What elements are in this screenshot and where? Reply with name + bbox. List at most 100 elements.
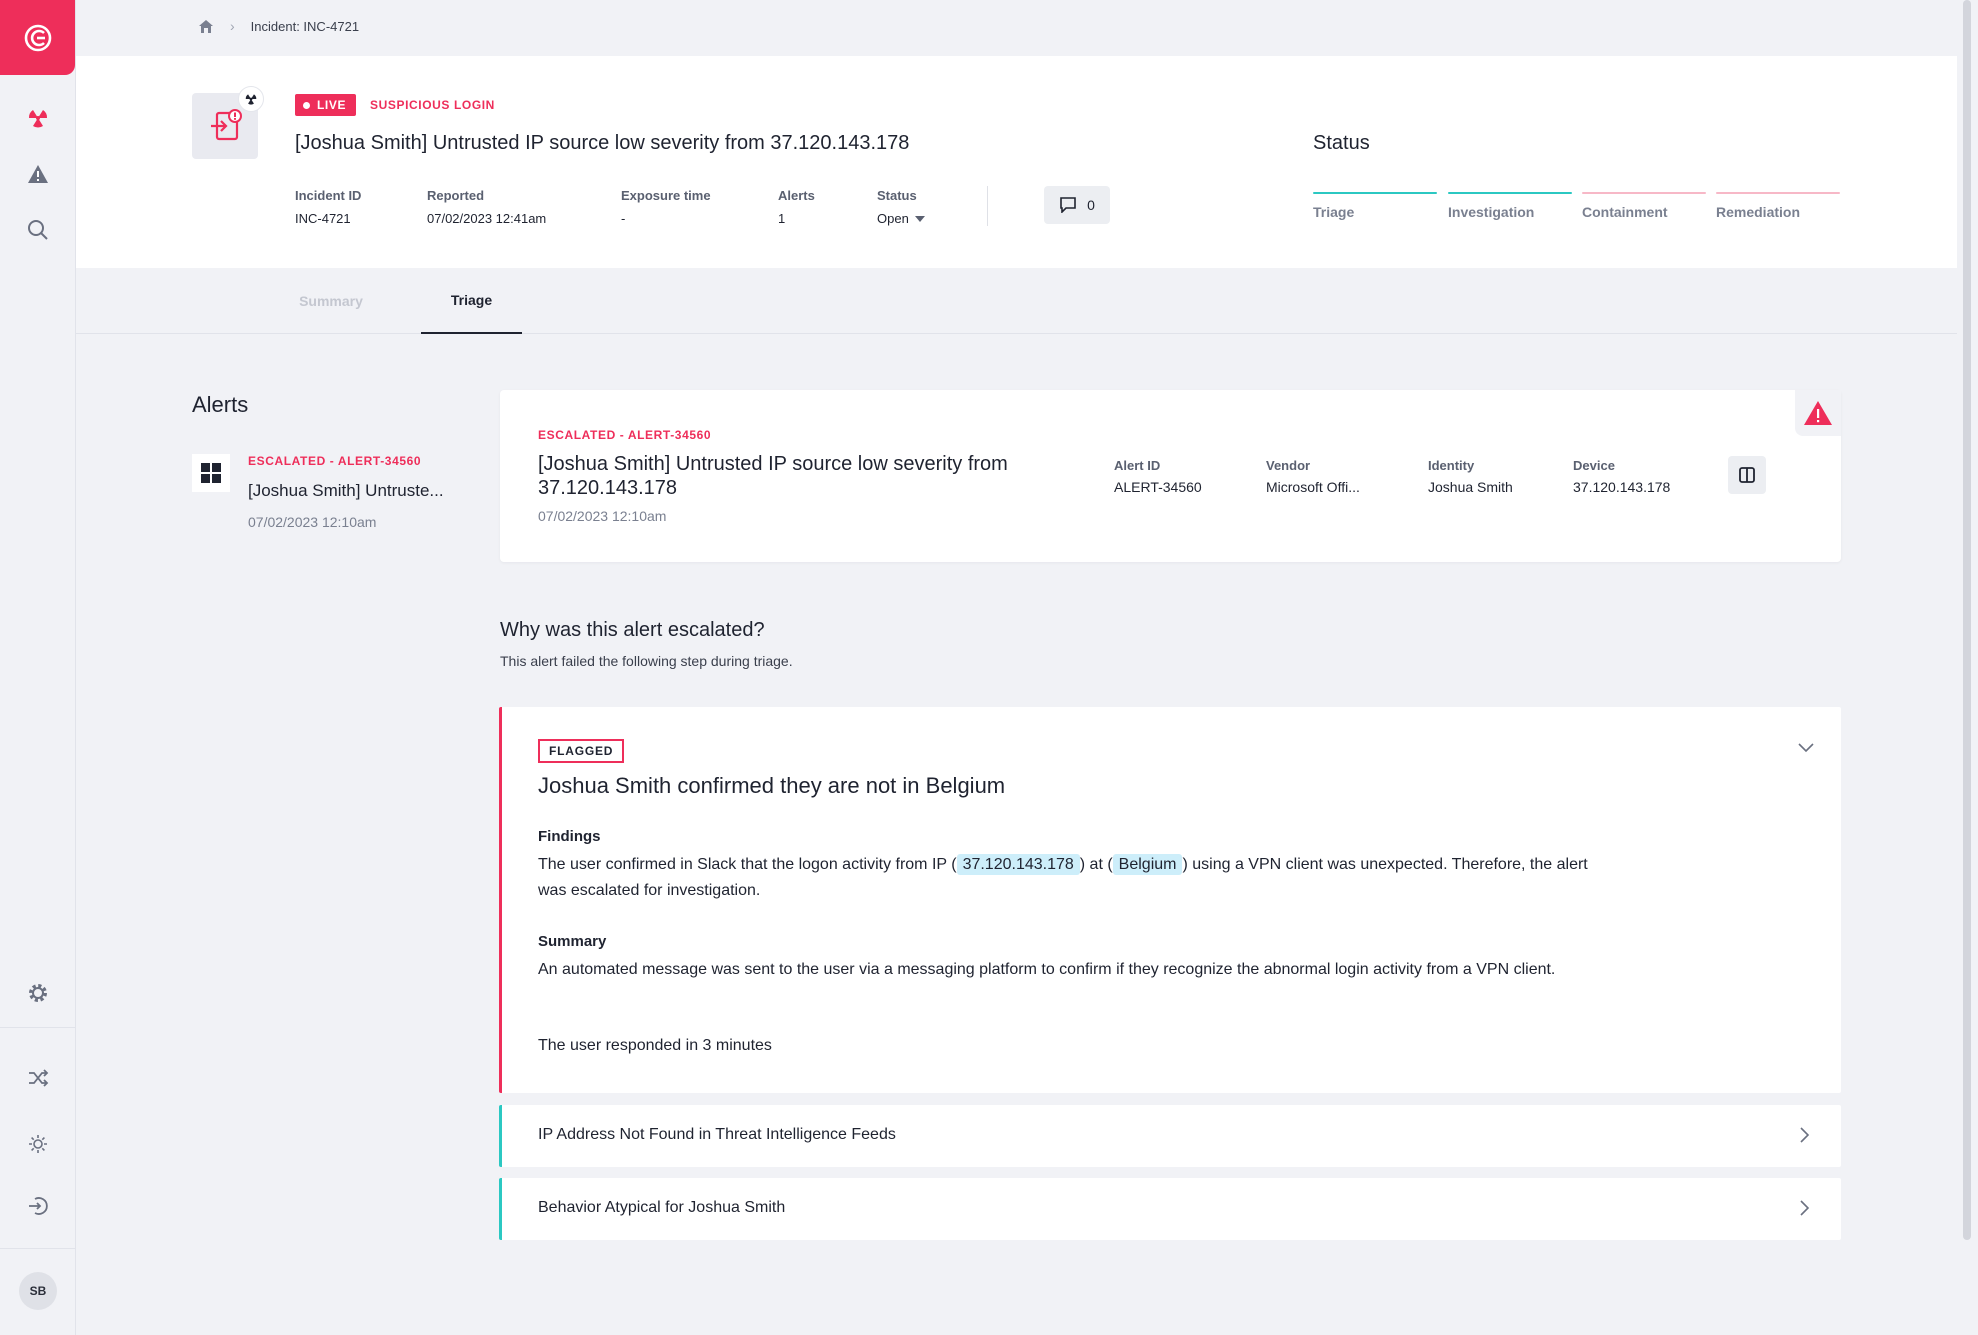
live-incident-icon — [238, 86, 264, 112]
flagged-badge: FLAGGED — [538, 739, 625, 763]
field-value: ALERT-34560 — [1114, 479, 1202, 495]
home-icon[interactable] — [198, 19, 214, 34]
alert-item-tag: ESCALATED - ALERT-34560 — [248, 454, 422, 468]
alert-card-title: [Joshua Smith] Untrusted IP source low s… — [538, 453, 1008, 499]
side-panel-icon — [1739, 467, 1755, 483]
incident-header: LIVE SUSPICIOUS LOGIN [Joshua Smith] Unt… — [76, 56, 1957, 268]
windows-icon — [192, 454, 230, 492]
app-logo-icon[interactable] — [0, 0, 75, 75]
alert-list-item[interactable]: [Joshua Smith] Untruste... — [248, 481, 444, 501]
meta-status: Status Open — [877, 188, 925, 226]
breadcrumb-separator-icon: › — [230, 18, 235, 34]
incident-type: SUSPICIOUS LOGIN — [370, 98, 495, 112]
findings-text: The user confirmed in Slack that the log… — [538, 852, 1618, 904]
alert-card: ESCALATED - ALERT-34560 [Joshua Smith] U… — [500, 390, 1841, 562]
breadcrumb-current: Incident: INC-4721 — [250, 18, 360, 34]
comment-icon — [1060, 197, 1076, 213]
meta-incident-id: Incident ID INC-4721 — [295, 188, 361, 226]
field-label: Alert ID — [1114, 458, 1161, 473]
meta-label: Reported — [427, 188, 485, 203]
stage-label: Investigation — [1448, 204, 1535, 220]
ip-highlight: 37.120.143.178 — [956, 854, 1080, 875]
theme-sun-icon[interactable] — [18, 1124, 58, 1164]
stage-line — [1313, 192, 1437, 194]
meta-exposure-time: Exposure time - — [621, 188, 711, 226]
tab-triage[interactable]: Triage — [421, 268, 522, 334]
escalation-subheading: This alert failed the following step dur… — [500, 653, 793, 669]
stage-investigation: Investigation — [1448, 192, 1572, 220]
meta-reported: Reported 07/02/2023 12:41am — [427, 188, 546, 226]
meta-value: 07/02/2023 12:41am — [427, 211, 547, 226]
field-value: Microsoft Offi... — [1266, 479, 1360, 495]
user-avatar[interactable]: SB — [19, 1272, 57, 1310]
summary-text: An automated message was sent to the use… — [538, 961, 1556, 978]
status-dropdown[interactable]: Open — [877, 211, 925, 226]
field-label: Identity — [1428, 458, 1475, 473]
findings-text-part: ) at ( — [1079, 856, 1113, 873]
live-dot-icon — [303, 101, 310, 109]
field-value: 37.120.143.178 — [1573, 479, 1671, 495]
meta-value: INC-4721 — [295, 211, 351, 226]
collapse-chevron-icon[interactable] — [1798, 743, 1814, 753]
meta-value: 1 — [778, 211, 786, 226]
warning-icon — [1795, 390, 1841, 436]
meta-label: Alerts — [778, 188, 815, 203]
search-nav-icon[interactable] — [18, 210, 58, 250]
stage-remediation: Remediation — [1716, 192, 1840, 220]
alerts-nav-icon[interactable] — [18, 154, 58, 194]
live-badge: LIVE — [295, 94, 357, 116]
meta-label: Exposure time — [621, 188, 711, 203]
chevron-right-icon — [1800, 1127, 1810, 1143]
status-title: Status — [1313, 132, 1370, 154]
field-vendor: Vendor Microsoft Offi... — [1266, 458, 1360, 495]
shuffle-icon[interactable] — [18, 1058, 58, 1098]
findings-label: Findings — [538, 828, 601, 845]
tab-summary[interactable]: Summary — [286, 268, 376, 334]
stage-label: Containment — [1582, 204, 1668, 220]
stage-label: Triage — [1313, 204, 1355, 220]
live-label: LIVE — [317, 98, 347, 112]
step-row-behavior[interactable]: Behavior Atypical for Joshua Smith — [499, 1178, 1841, 1240]
incident-title: [Joshua Smith] Untrusted IP source low s… — [295, 132, 910, 154]
field-identity: Identity Joshua Smith — [1428, 458, 1513, 495]
response-time-text: The user responded in 3 minutes — [538, 1037, 772, 1054]
stage-line — [1716, 192, 1840, 194]
chevron-right-icon — [1800, 1200, 1810, 1216]
meta-label: Incident ID — [295, 188, 362, 203]
stage-line — [1582, 192, 1706, 194]
step-row-threat-intel[interactable]: IP Address Not Found in Threat Intellige… — [499, 1105, 1841, 1167]
field-label: Device — [1573, 458, 1615, 473]
logout-icon[interactable] — [18, 1186, 58, 1226]
breadcrumb: › Incident: INC-4721 — [198, 18, 359, 34]
stage-label: Remediation — [1716, 204, 1801, 220]
stage-line — [1448, 192, 1572, 194]
stage-containment: Containment — [1582, 192, 1706, 220]
settings-gear-icon[interactable] — [18, 973, 58, 1013]
comment-count: 0 — [1087, 197, 1095, 213]
side-panel-button[interactable] — [1728, 456, 1766, 494]
findings-text-part: The user confirmed in Slack that the log… — [538, 856, 957, 873]
flagged-title: Joshua Smith confirmed they are not in B… — [538, 773, 1006, 798]
step-title: Behavior Atypical for Joshua Smith — [538, 1199, 786, 1216]
stage-triage: Triage — [1313, 192, 1437, 220]
status-value: Open — [877, 211, 909, 226]
escalation-heading: Why was this alert escalated? — [500, 619, 765, 641]
field-label: Vendor — [1266, 458, 1311, 473]
alert-item-date: 07/02/2023 12:10am — [248, 514, 377, 530]
alert-card-date: 07/02/2023 12:10am — [538, 508, 667, 524]
meta-label: Status — [877, 188, 917, 203]
comments-button[interactable]: 0 — [1044, 186, 1110, 224]
incidents-nav-icon[interactable] — [18, 98, 58, 138]
caret-down-icon — [914, 215, 925, 222]
page-scrollbar[interactable] — [1963, 0, 1971, 1240]
meta-value: - — [621, 211, 626, 226]
country-highlight: Belgium — [1112, 854, 1183, 875]
field-device: Device 37.120.143.178 — [1573, 458, 1670, 495]
meta-alerts: Alerts 1 — [778, 188, 815, 226]
alerts-heading: Alerts — [192, 392, 249, 417]
alert-card-tag: ESCALATED - ALERT-34560 — [538, 428, 712, 442]
sidebar: SB — [0, 0, 76, 1335]
tab-bar: Summary Triage — [76, 268, 1957, 334]
field-value: Joshua Smith — [1428, 479, 1513, 495]
divider — [987, 186, 988, 226]
